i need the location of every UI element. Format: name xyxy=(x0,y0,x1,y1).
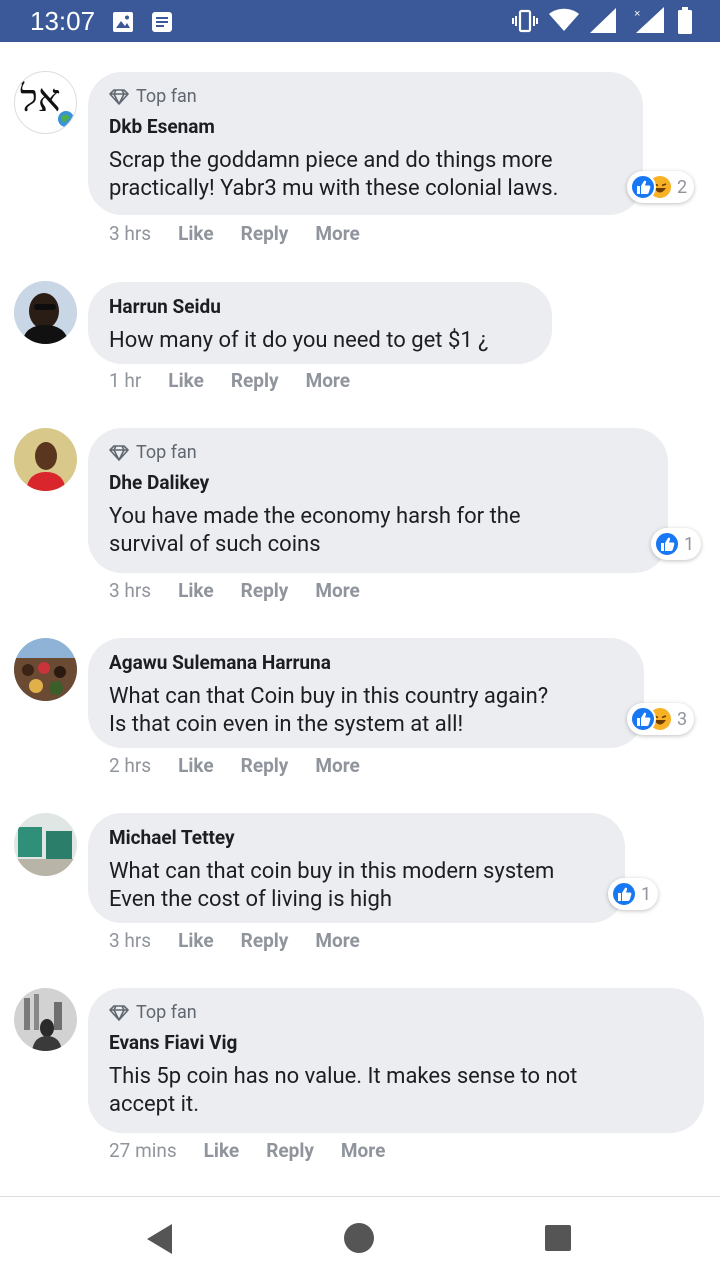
comment-time: 2 hrs xyxy=(109,754,152,777)
avatar[interactable] xyxy=(14,813,77,876)
like-reaction-icon xyxy=(654,531,680,557)
system-navigation-bar xyxy=(0,1196,720,1280)
globe-badge-icon xyxy=(58,111,74,127)
like-button[interactable]: Like xyxy=(178,222,214,246)
reaction-summary[interactable]: 1 xyxy=(651,528,702,560)
reply-button[interactable]: Reply xyxy=(241,754,289,778)
top-fan-label: Top fan xyxy=(136,86,197,107)
like-button[interactable]: Like xyxy=(178,579,214,603)
like-button[interactable]: Like xyxy=(168,369,204,393)
avatar-hebrew-text: אל xyxy=(20,76,61,120)
reply-button[interactable]: Reply xyxy=(241,579,289,603)
comment-text: How many of it do you need to get $1 ¿ xyxy=(109,328,489,353)
comment-actions: 3 hrs Like Reply More xyxy=(109,579,387,603)
comment-actions: 27 mins Like Reply More xyxy=(109,1139,412,1163)
avatar[interactable] xyxy=(14,428,77,491)
comment-actions: 3 hrs Like Reply More xyxy=(109,929,387,953)
wifi-icon xyxy=(549,8,579,31)
avatar[interactable] xyxy=(14,281,77,344)
comment-actions: 1 hr Like Reply More xyxy=(109,369,377,393)
comment-bubble[interactable]: Harrun Seidu How many of it do you need … xyxy=(88,282,552,364)
comment-time: 3 hrs xyxy=(109,222,152,245)
reaction-count: 2 xyxy=(677,176,688,198)
comment-actions: 3 hrs Like Reply More xyxy=(109,222,387,246)
cell-signal-icon xyxy=(590,8,616,33)
like-reaction-icon xyxy=(630,174,656,200)
avatar-photo xyxy=(14,638,77,701)
comment-text: What can that coin buy in this modern sy… xyxy=(109,859,555,912)
reaction-count: 1 xyxy=(641,883,652,905)
comment-text: This 5p coin has no value. It makes sens… xyxy=(109,1064,578,1117)
reply-button[interactable]: Reply xyxy=(231,369,279,393)
comment-bubble[interactable]: Michael Tettey What can that coin buy in… xyxy=(88,813,625,923)
like-reaction-icon xyxy=(611,881,637,907)
comment-bubble[interactable]: Top fan Evans Fiavi Vig This 5p coin has… xyxy=(88,988,704,1133)
avatar[interactable] xyxy=(14,638,77,701)
avatar-photo xyxy=(14,428,77,491)
more-button[interactable]: More xyxy=(306,369,350,393)
top-fan-label: Top fan xyxy=(136,1002,197,1023)
svg-text:×: × xyxy=(634,8,640,20)
more-button[interactable]: More xyxy=(315,754,359,778)
like-reaction-icon xyxy=(630,706,656,732)
status-time: 13:07 xyxy=(30,6,96,36)
diamond-icon xyxy=(109,445,129,461)
vibrate-icon xyxy=(512,9,538,33)
avatar[interactable]: אל xyxy=(14,71,77,134)
avatar[interactable] xyxy=(14,988,77,1051)
comment-time: 3 hrs xyxy=(109,579,152,602)
like-button[interactable]: Like xyxy=(204,1139,240,1163)
reply-button[interactable]: Reply xyxy=(241,929,289,953)
top-fan-badge: Top fan xyxy=(109,1002,684,1024)
reaction-count: 1 xyxy=(684,533,695,555)
comment-actions: 2 hrs Like Reply More xyxy=(109,754,387,778)
reply-button[interactable]: Reply xyxy=(266,1139,314,1163)
battery-icon xyxy=(678,7,692,34)
comments-list: אל Top fan Dkb Esenam Scrap the goddamn … xyxy=(0,42,720,1196)
comment-bubble[interactable]: Top fan Dhe Dalikey You have made the ec… xyxy=(88,428,668,573)
comment-time: 27 mins xyxy=(109,1139,177,1162)
comment-author[interactable]: Dhe Dalikey xyxy=(109,472,648,494)
reaction-summary[interactable]: 2 xyxy=(627,171,695,203)
more-button[interactable]: More xyxy=(341,1139,385,1163)
status-bar: 13:07 × xyxy=(0,0,720,42)
reply-button[interactable]: Reply xyxy=(241,222,289,246)
comment-author[interactable]: Dkb Esenam xyxy=(109,116,623,138)
more-button[interactable]: More xyxy=(315,929,359,953)
comment-text: Scrap the goddamn piece and do things mo… xyxy=(109,148,559,201)
more-button[interactable]: More xyxy=(315,222,359,246)
avatar-photo xyxy=(14,281,77,344)
comment-text: You have made the economy harsh for the … xyxy=(109,504,521,557)
comment-bubble[interactable]: Top fan Dkb Esenam Scrap the goddamn pie… xyxy=(88,72,643,215)
more-button[interactable]: More xyxy=(315,579,359,603)
image-notification-icon xyxy=(113,12,133,32)
comment-author[interactable]: Evans Fiavi Vig xyxy=(109,1032,684,1054)
comment-text: What can that Coin buy in this country a… xyxy=(109,684,549,737)
comment-bubble[interactable]: Agawu Sulemana Harruna What can that Coi… xyxy=(88,638,644,748)
message-notification-icon xyxy=(152,12,172,32)
top-fan-badge: Top fan xyxy=(109,442,648,464)
top-fan-badge: Top fan xyxy=(109,86,623,108)
back-icon[interactable] xyxy=(146,1223,174,1255)
recents-icon[interactable] xyxy=(544,1224,572,1252)
reaction-summary[interactable]: 3 xyxy=(627,703,695,735)
avatar-photo xyxy=(14,988,77,1051)
cell-signal-nodata-icon: × xyxy=(634,7,664,33)
diamond-icon xyxy=(109,1005,129,1021)
comment-time: 1 hr xyxy=(109,369,142,392)
like-button[interactable]: Like xyxy=(178,754,214,778)
diamond-icon xyxy=(109,89,129,105)
comment-time: 3 hrs xyxy=(109,929,152,952)
avatar-photo xyxy=(14,813,77,876)
comment-author[interactable]: Agawu Sulemana Harruna xyxy=(109,652,624,674)
home-icon[interactable] xyxy=(343,1222,375,1254)
like-button[interactable]: Like xyxy=(178,929,214,953)
reaction-summary[interactable]: 1 xyxy=(608,878,659,910)
reaction-count: 3 xyxy=(677,708,688,730)
top-fan-label: Top fan xyxy=(136,442,197,463)
comment-author[interactable]: Michael Tettey xyxy=(109,827,605,849)
comment-author[interactable]: Harrun Seidu xyxy=(109,296,532,318)
